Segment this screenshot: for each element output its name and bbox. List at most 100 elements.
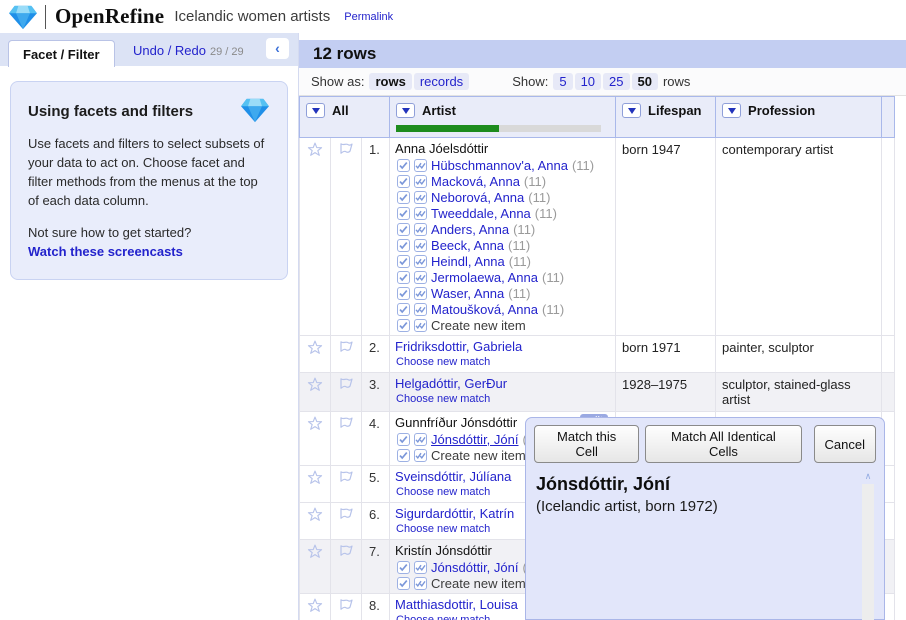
match-this-checkbox-icon[interactable] [397, 207, 410, 220]
match-this-checkbox-icon[interactable] [397, 239, 410, 252]
row-count-label: 12 rows [313, 44, 376, 64]
show-as-label: Show as: [311, 74, 364, 89]
match-this-checkbox-icon[interactable] [397, 303, 410, 316]
flag-cell[interactable] [331, 594, 362, 620]
undo-count: 29 / 29 [210, 46, 244, 58]
match-this-checkbox-icon[interactable] [397, 287, 410, 300]
cancel-button[interactable]: Cancel [814, 425, 876, 463]
flag-cell[interactable] [331, 503, 362, 540]
star-icon [307, 507, 323, 522]
match-this-checkbox-icon[interactable] [397, 449, 410, 462]
reconcile-progress-track [396, 125, 601, 132]
all-column-menu-button[interactable] [306, 103, 325, 118]
lifespan-cell: born 1947 [616, 138, 716, 336]
match-this-cell-button[interactable]: Match this Cell [534, 425, 639, 463]
match-this-checkbox-icon[interactable] [397, 175, 410, 188]
mode-records-button[interactable]: records [414, 73, 469, 90]
match-this-checkbox-icon[interactable] [397, 191, 410, 204]
match-all-checkbox-icon[interactable] [414, 271, 427, 284]
page-size-25[interactable]: 25 [603, 73, 629, 90]
match-all-checkbox-icon[interactable] [414, 577, 427, 590]
match-this-checkbox-icon[interactable] [397, 433, 410, 446]
candidate-link[interactable]: Jermolaewa, Anna [431, 270, 538, 285]
match-all-checkbox-icon[interactable] [414, 223, 427, 236]
table-row: 3. Helgadóttir, GerÐur Choose new match … [300, 373, 895, 412]
match-all-checkbox-icon[interactable] [414, 303, 427, 316]
candidate-link[interactable]: Jónsdóttir, Jóní [431, 432, 518, 447]
page-size-50[interactable]: 50 [632, 73, 658, 90]
candidate-link[interactable]: Anders, Anna [431, 222, 509, 237]
reconcile-progress-fill [396, 125, 499, 132]
artist-name[interactable]: Helgadóttir, GerÐur [395, 376, 611, 392]
match-all-identical-cells-button[interactable]: Match All Identical Cells [645, 425, 801, 463]
diamond-icon [240, 97, 270, 123]
sidebar-collapse-button[interactable]: ‹ [266, 38, 289, 59]
match-all-checkbox-icon[interactable] [414, 561, 427, 574]
star-cell[interactable] [300, 138, 331, 336]
filler-cell [882, 138, 895, 336]
match-this-checkbox-icon[interactable] [397, 577, 410, 590]
candidate-link[interactable]: Waser, Anna [431, 286, 504, 301]
match-all-checkbox-icon[interactable] [414, 287, 427, 300]
tab-facet-filter[interactable]: Facet / Filter [8, 40, 115, 67]
match-all-checkbox-icon[interactable] [414, 319, 427, 332]
flag-cell[interactable] [331, 466, 362, 503]
match-this-checkbox-icon[interactable] [397, 255, 410, 268]
row-index: 4. [362, 412, 390, 466]
match-all-checkbox-icon[interactable] [414, 159, 427, 172]
profession-column-menu-button[interactable] [722, 103, 741, 118]
permalink-link[interactable]: Permalink [344, 11, 393, 23]
flag-cell[interactable] [331, 540, 362, 594]
match-this-checkbox-icon[interactable] [397, 271, 410, 284]
profession-cell: sculptor, stained-glass artist [716, 373, 882, 412]
match-all-checkbox-icon[interactable] [414, 191, 427, 204]
match-this-checkbox-icon[interactable] [397, 223, 410, 236]
candidate-link[interactable]: Matoušková, Anna [431, 302, 538, 317]
page-size-5[interactable]: 5 [553, 73, 572, 90]
candidate-link[interactable]: Hübschmannov'a, Anna [431, 158, 568, 173]
candidate-link[interactable]: Heindl, Anna [431, 254, 505, 269]
star-cell[interactable] [300, 503, 331, 540]
candidate-count: (11) [508, 238, 530, 253]
app-name: OpenRefine [55, 4, 164, 29]
match-all-checkbox-icon[interactable] [414, 433, 427, 446]
mode-rows-button[interactable]: rows [369, 73, 411, 90]
row-index: 2. [362, 336, 390, 373]
star-cell[interactable] [300, 466, 331, 503]
candidate-link[interactable]: Neborová, Anna [431, 190, 524, 205]
match-all-checkbox-icon[interactable] [414, 255, 427, 268]
flag-cell[interactable] [331, 138, 362, 336]
match-all-checkbox-icon[interactable] [414, 207, 427, 220]
preview-scrollbar[interactable]: ∧ [862, 470, 874, 620]
match-all-checkbox-icon[interactable] [414, 239, 427, 252]
artist-column-menu-button[interactable] [396, 103, 415, 118]
flag-icon [338, 544, 354, 558]
lifespan-column-menu-button[interactable] [622, 103, 641, 118]
flag-cell[interactable] [331, 412, 362, 466]
candidate-link[interactable]: Tweeddale, Anna [431, 206, 531, 221]
flag-cell[interactable] [331, 373, 362, 412]
help-box-question: Not sure how to get started? [28, 224, 270, 243]
choose-new-match-link[interactable]: Choose new match [396, 393, 611, 405]
star-cell[interactable] [300, 412, 331, 466]
artist-name[interactable]: Fridriksdottir, Gabriela [395, 339, 611, 355]
match-this-checkbox-icon[interactable] [397, 561, 410, 574]
flag-cell[interactable] [331, 336, 362, 373]
candidate-link[interactable]: Macková, Anna [431, 174, 520, 189]
star-cell[interactable] [300, 336, 331, 373]
scroll-up-icon[interactable]: ∧ [862, 470, 874, 484]
candidate-link[interactable]: Jónsdóttir, Jóní [431, 560, 518, 575]
choose-new-match-link[interactable]: Choose new match [396, 356, 611, 368]
match-all-checkbox-icon[interactable] [414, 175, 427, 188]
tab-undo-redo[interactable]: Undo / Redo29 / 29 [133, 43, 244, 58]
screencasts-link[interactable]: Watch these screencasts [28, 243, 270, 262]
page-size-10[interactable]: 10 [575, 73, 601, 90]
match-this-checkbox-icon[interactable] [397, 159, 410, 172]
star-cell[interactable] [300, 594, 331, 620]
star-cell[interactable] [300, 373, 331, 412]
column-label-lifespan: Lifespan [648, 103, 701, 118]
match-all-checkbox-icon[interactable] [414, 449, 427, 462]
candidate-link[interactable]: Beeck, Anna [431, 238, 504, 253]
match-this-checkbox-icon[interactable] [397, 319, 410, 332]
star-cell[interactable] [300, 540, 331, 594]
